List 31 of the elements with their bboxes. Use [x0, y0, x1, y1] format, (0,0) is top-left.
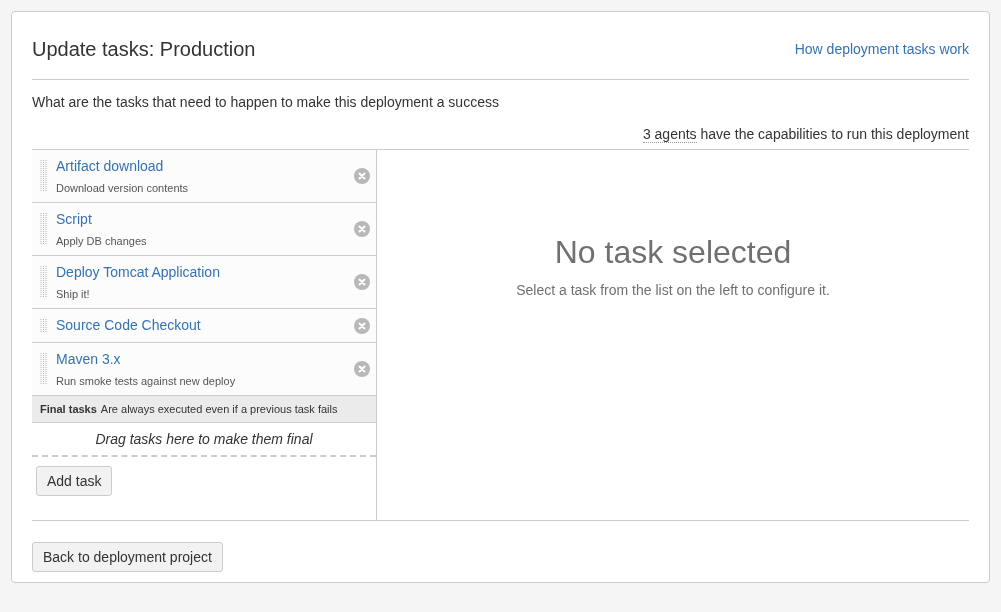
- page-description: What are the tasks that need to happen to make this deployment a success: [32, 93, 500, 112]
- remove-icon[interactable]: [354, 361, 370, 377]
- agents-link[interactable]: 3 agents: [642, 126, 697, 143]
- remove-icon[interactable]: [354, 274, 370, 290]
- task-name: Deploy Tomcat Application: [56, 262, 221, 282]
- back-button[interactable]: Back to deployment project: [32, 542, 223, 572]
- help-link[interactable]: How deployment tasks work: [794, 38, 969, 60]
- drag-handle-icon[interactable]: [40, 160, 48, 192]
- final-tasks-note: Are always executed even if a previous task fails: [100, 401, 338, 417]
- agents-capability-text: 3 agents have the capabilities to run this deployment: [642, 125, 969, 145]
- drop-hint: Drag tasks here to make them final: [95, 429, 313, 449]
- drag-handle-icon[interactable]: [40, 213, 48, 245]
- task-description: Ship it!: [56, 286, 91, 302]
- drag-handle-icon[interactable]: [40, 318, 48, 333]
- task-description: Run smoke tests against new deploy: [56, 373, 237, 389]
- final-tasks-label: Final tasks: [40, 401, 97, 417]
- drag-handle-icon[interactable]: [40, 353, 48, 385]
- remove-icon[interactable]: [354, 317, 370, 334]
- task-name: Maven 3.x: [56, 349, 122, 369]
- task-name: Script: [56, 209, 93, 229]
- task-name: Source Code Checkout: [56, 316, 202, 335]
- drag-handle-icon[interactable]: [40, 266, 48, 298]
- task-description: Download version contents: [56, 180, 190, 196]
- empty-state-title: No task selected: [554, 233, 792, 272]
- remove-icon[interactable]: [354, 168, 370, 184]
- empty-state-hint: Select a task from the list on the left to configure it.: [516, 281, 830, 300]
- remove-icon[interactable]: [354, 221, 370, 237]
- add-task-button[interactable]: Add task: [36, 466, 113, 496]
- task-name: Artifact download: [56, 156, 165, 176]
- page-title: Update tasks: Production: [32, 37, 256, 62]
- task-description: Apply DB changes: [56, 233, 148, 249]
